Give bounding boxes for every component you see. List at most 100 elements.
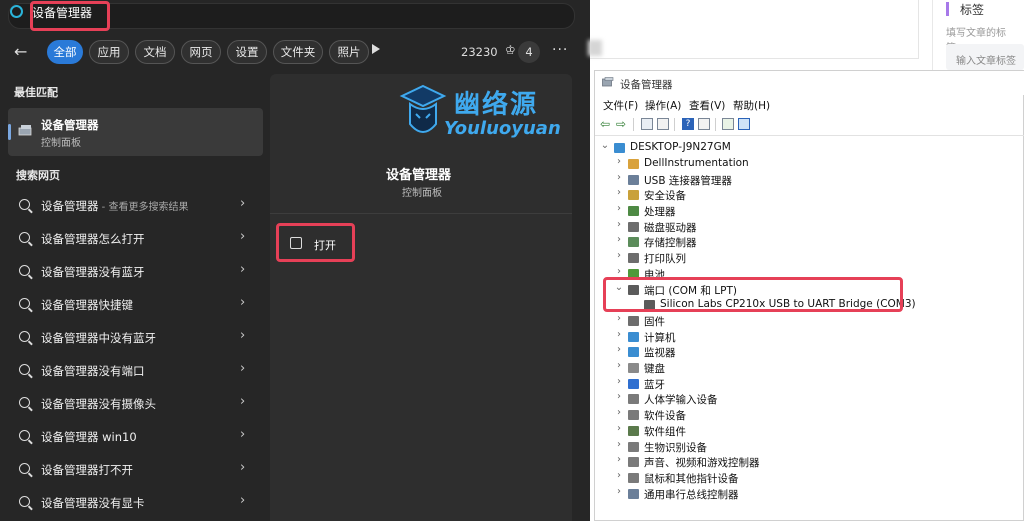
expand-arrow-icon[interactable]: › — [614, 486, 624, 497]
web-result-item[interactable]: 设备管理器怎么打开 › — [0, 223, 262, 255]
tree-category[interactable]: › DellInstrumentation — [614, 156, 914, 172]
expand-arrow-icon[interactable]: › — [614, 470, 624, 481]
rewards-points: 23230 — [461, 45, 498, 59]
filter-chip[interactable]: 全部 — [47, 40, 83, 64]
filter-chip[interactable]: 文档 — [135, 40, 175, 64]
more-filters-play-icon[interactable] — [372, 44, 380, 54]
tree-category[interactable]: › 软件组件 — [614, 423, 914, 439]
web-result-label: 设备管理器 - 查看更多搜索结果 — [41, 198, 188, 214]
expand-arrow-icon[interactable]: › — [614, 172, 624, 183]
filter-chip[interactable]: 应用 — [89, 40, 129, 64]
tree-category[interactable]: › 计算机 — [614, 329, 914, 345]
chevron-right-icon[interactable]: › — [240, 427, 245, 442]
web-result-item[interactable]: 设备管理器没有蓝牙 › — [0, 256, 262, 288]
cpu-icon — [628, 206, 639, 216]
chevron-right-icon[interactable]: › — [240, 295, 245, 310]
expand-arrow-icon[interactable]: › — [614, 234, 624, 245]
menu-view[interactable]: 查看(V) — [689, 98, 725, 113]
collapse-arrow-icon[interactable]: ⌄ — [600, 140, 610, 151]
web-result-item[interactable]: 设备管理器 - 查看更多搜索结果 › — [0, 190, 262, 222]
chevron-right-icon[interactable]: › — [240, 361, 245, 376]
tree-category[interactable]: › 人体学输入设备 — [614, 391, 914, 407]
tree-category[interactable]: › 存储控制器 — [614, 234, 914, 250]
web-result-item[interactable]: 设备管理器快捷键 › — [0, 289, 262, 321]
update-driver-icon[interactable] — [722, 118, 734, 130]
editor-content-area[interactable] — [590, 0, 919, 59]
chevron-right-icon[interactable]: › — [240, 229, 245, 244]
tree-item-label: 处理器 — [644, 206, 676, 218]
tree-item-label: 键盘 — [644, 363, 665, 375]
chevron-right-icon[interactable]: › — [240, 493, 245, 508]
menu-file[interactable]: 文件(F) — [603, 98, 638, 113]
filter-chip[interactable]: 文件夹 — [273, 40, 323, 64]
tree-category[interactable]: › 打印队列 — [614, 250, 914, 266]
scrollbar[interactable] — [1016, 137, 1022, 517]
help-icon[interactable]: ? — [682, 118, 694, 130]
web-result-item[interactable]: 设备管理器没有显卡 › — [0, 487, 262, 519]
web-result-item[interactable]: 设备管理器没有摄像头 › — [0, 388, 262, 420]
tree-category[interactable]: › 生物识别设备 — [614, 439, 914, 455]
properties-icon[interactable] — [641, 118, 653, 130]
tree-category[interactable]: › 蓝牙 — [614, 376, 914, 392]
expand-arrow-icon[interactable]: › — [614, 250, 624, 261]
chevron-right-icon[interactable]: › — [240, 262, 245, 277]
show-hide-icon[interactable] — [657, 118, 669, 130]
disk-icon — [628, 222, 639, 232]
tree-category[interactable]: › 磁盘驱动器 — [614, 219, 914, 235]
notification-count-badge[interactable]: 4 — [518, 41, 540, 63]
filter-chip[interactable]: 照片 — [329, 40, 369, 64]
expand-arrow-icon[interactable]: › — [614, 156, 624, 167]
tree-category[interactable]: › 声音、视频和游戏控制器 — [614, 454, 914, 470]
expand-arrow-icon[interactable]: › — [614, 407, 624, 418]
chevron-right-icon[interactable]: › — [240, 394, 245, 409]
chevron-right-icon[interactable]: › — [240, 460, 245, 475]
search-icon — [19, 265, 30, 276]
scan-hardware-icon[interactable] — [738, 118, 750, 130]
key-icon — [628, 190, 639, 200]
tree-category[interactable]: › USB 连接器管理器 — [614, 172, 914, 188]
web-result-item[interactable]: 设备管理器 win10 › — [0, 421, 262, 453]
details-icon[interactable] — [698, 118, 710, 130]
tree-category[interactable]: › 鼠标和其他指针设备 — [614, 470, 914, 486]
web-result-item[interactable]: 设备管理器打不开 › — [0, 454, 262, 486]
expand-arrow-icon[interactable]: › — [614, 313, 624, 324]
tree-item-label: 声音、视频和游戏控制器 — [644, 457, 760, 469]
chevron-right-icon[interactable]: › — [240, 196, 245, 211]
tree-root[interactable]: ⌄ DESKTOP-J9N27GM — [600, 140, 900, 156]
filter-chip[interactable]: 设置 — [227, 40, 267, 64]
back-arrow-icon[interactable]: ← — [14, 42, 27, 61]
web-result-item[interactable]: 设备管理器中没有蓝牙 › — [0, 322, 262, 354]
tree-category[interactable]: › 通用串行总线控制器 — [614, 486, 914, 502]
expand-arrow-icon[interactable]: › — [614, 266, 624, 277]
expand-arrow-icon[interactable]: › — [614, 423, 624, 434]
menu-action[interactable]: 操作(A) — [645, 98, 681, 113]
tree-category[interactable]: › 软件设备 — [614, 407, 914, 423]
tree-item-label: 磁盘驱动器 — [644, 222, 697, 234]
expand-arrow-icon[interactable]: › — [614, 219, 624, 230]
back-icon[interactable]: ⇦ — [600, 118, 612, 130]
expand-arrow-icon[interactable]: › — [614, 344, 624, 355]
chevron-right-icon[interactable]: › — [240, 328, 245, 343]
expand-arrow-icon[interactable]: › — [614, 391, 624, 402]
tree-item-label: 鼠标和其他指针设备 — [644, 473, 739, 485]
more-options-icon[interactable]: ··· — [552, 42, 568, 58]
expand-arrow-icon[interactable]: › — [614, 439, 624, 450]
menu-help[interactable]: 帮助(H) — [733, 98, 770, 113]
tree-category[interactable]: › 监视器 — [614, 344, 914, 360]
tree-category[interactable]: › 固件 — [614, 313, 914, 329]
tree-category[interactable]: › 安全设备 — [614, 187, 914, 203]
forward-icon[interactable]: ⇨ — [616, 118, 628, 130]
search-icon — [19, 430, 30, 441]
tree-category[interactable]: › 键盘 — [614, 360, 914, 376]
expand-arrow-icon[interactable]: › — [614, 187, 624, 198]
editor-sidebar-divider — [932, 0, 933, 70]
expand-arrow-icon[interactable]: › — [614, 329, 624, 340]
filter-chip[interactable]: 网页 — [181, 40, 221, 64]
tree-category[interactable]: › 处理器 — [614, 203, 914, 219]
expand-arrow-icon[interactable]: › — [614, 376, 624, 387]
expand-arrow-icon[interactable]: › — [614, 203, 624, 214]
expand-arrow-icon[interactable]: › — [614, 454, 624, 465]
expand-arrow-icon[interactable]: › — [614, 360, 624, 371]
web-result-item[interactable]: 设备管理器没有端口 › — [0, 355, 262, 387]
web-result-label: 设备管理器没有摄像头 — [41, 396, 156, 412]
